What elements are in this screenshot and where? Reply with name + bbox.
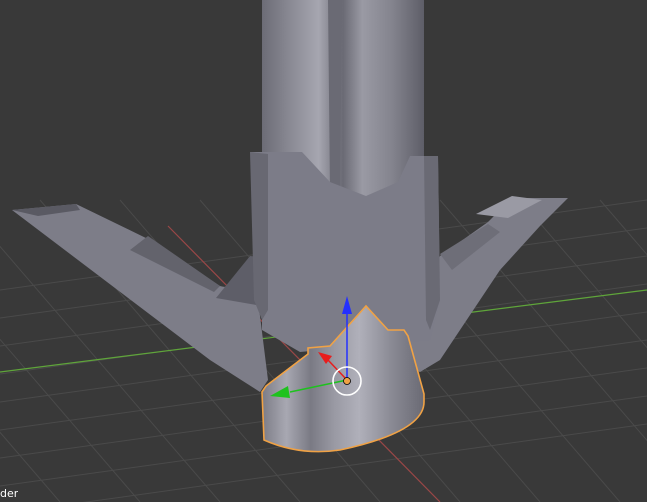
viewport-label: der <box>0 488 19 500</box>
3d-viewport[interactable]: der <box>0 0 647 502</box>
scene-canvas[interactable] <box>0 0 647 502</box>
central-block-right-face <box>424 156 440 330</box>
pivot-point[interactable] <box>343 377 351 385</box>
grid-line <box>519 199 647 349</box>
column-inner-groove <box>328 0 342 190</box>
grid-line <box>599 199 647 256</box>
mesh-object[interactable] <box>12 0 568 453</box>
